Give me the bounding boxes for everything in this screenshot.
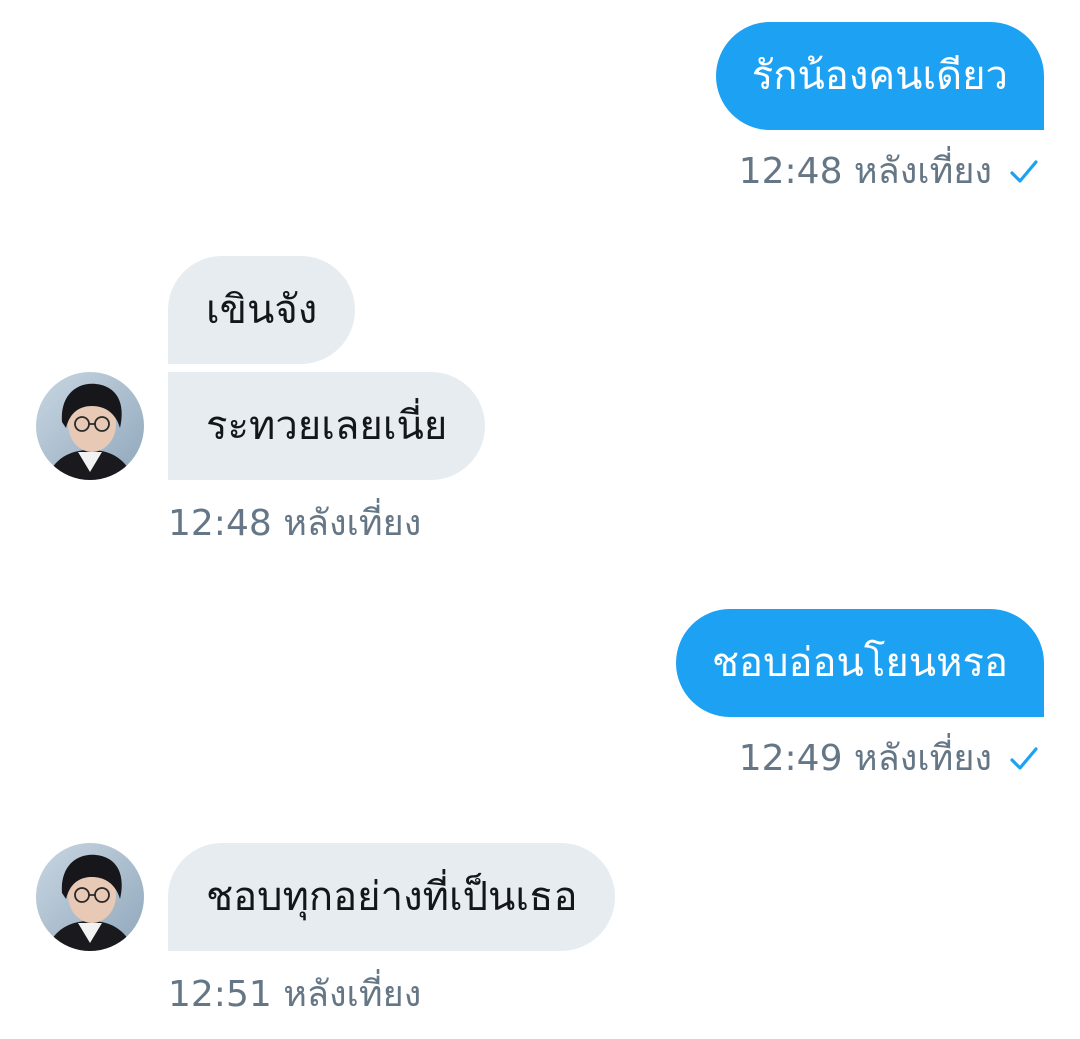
sent-message-bubble[interactable]: ชอบอ่อนโยนหรอ xyxy=(675,609,1044,717)
message-timestamp: 12:51 หลังเที่ยง xyxy=(168,974,422,1015)
avatar-image xyxy=(36,372,144,480)
received-message-bubble[interactable]: ระทวยเลยเนี่ย xyxy=(168,372,486,480)
received-message-bubble[interactable]: ชอบทุกอย่างที่เป็นเธอ xyxy=(168,843,616,951)
message-meta: 12:48 หลังเที่ยง xyxy=(739,150,1040,194)
message-meta: 12:49 หลังเที่ยง xyxy=(739,737,1040,781)
avatar[interactable] xyxy=(36,843,144,951)
received-message-bubble[interactable]: เขินจัง xyxy=(168,256,356,364)
message-timestamp: 12:49 หลังเที่ยง xyxy=(738,738,992,779)
message-timestamp: 12:48 หลังเที่ยง xyxy=(738,151,992,192)
avatar[interactable] xyxy=(36,372,144,480)
message-timestamp: 12:48 หลังเที่ยง xyxy=(168,503,422,544)
avatar-image xyxy=(36,843,144,951)
sent-message-bubble[interactable]: รักน้องคนเดียว xyxy=(715,22,1044,130)
check-icon xyxy=(1010,160,1038,183)
check-icon xyxy=(1010,747,1038,770)
